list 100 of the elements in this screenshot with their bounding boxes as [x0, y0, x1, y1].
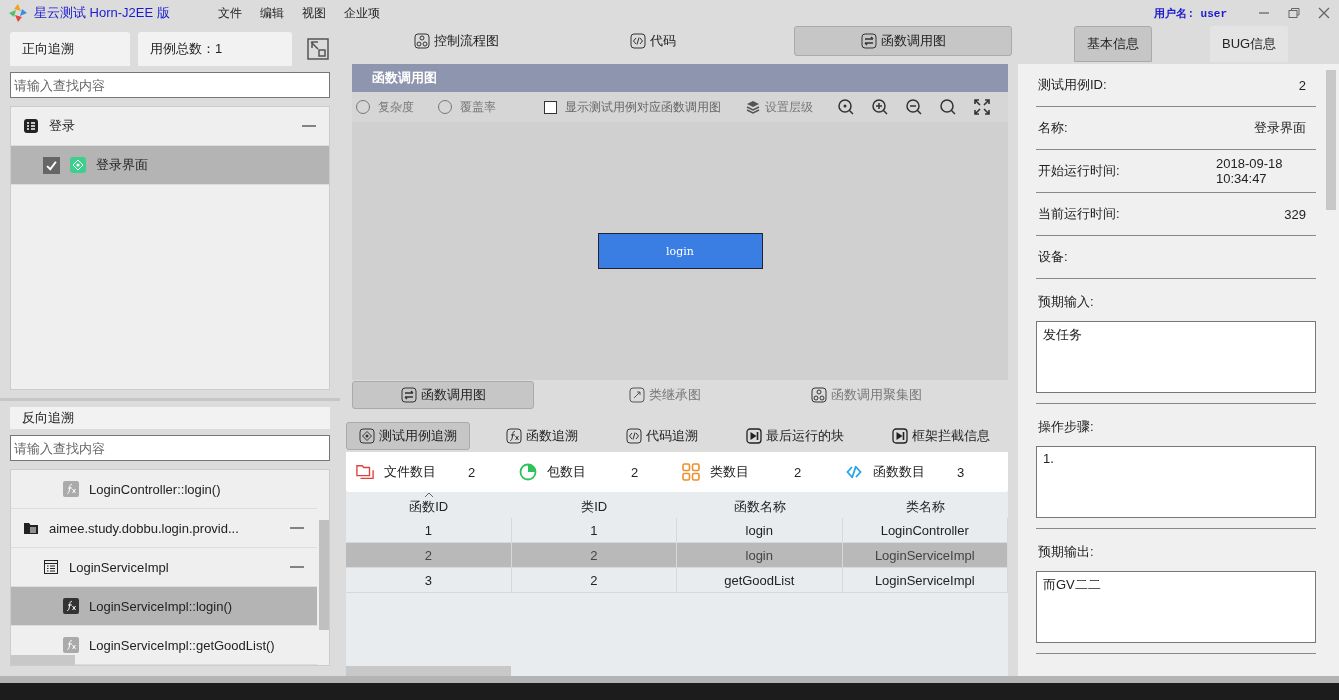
menu-item[interactable]: 企业项 — [343, 4, 380, 22]
field-label: 名称: — [1038, 119, 1068, 137]
skip-icon — [892, 428, 908, 444]
layers-icon — [745, 99, 761, 115]
stat-label: 包数目 — [547, 463, 587, 481]
stat-value: 3 — [957, 464, 965, 480]
case-count: 用例总数：1 — [138, 32, 292, 66]
center-icon[interactable] — [837, 98, 855, 116]
swap-icon — [400, 387, 417, 403]
scrollbar[interactable] — [319, 520, 329, 630]
link-icon — [845, 463, 863, 481]
panel-header: 函数调用图 — [352, 64, 1008, 92]
code-icon — [629, 33, 646, 49]
export-icon[interactable] — [306, 37, 330, 61]
column-header[interactable]: 函数名称 — [677, 492, 843, 518]
view-tab[interactable]: 函数调用图 — [794, 26, 1012, 56]
field-value: 2018-09-18 10:34:47 — [1216, 156, 1284, 186]
grid-icon — [682, 463, 700, 481]
table-cell: login — [677, 518, 843, 542]
menu-item[interactable]: 编辑 — [259, 4, 284, 22]
folder-icon — [23, 520, 39, 536]
stat-label: 文件数目 — [384, 463, 437, 481]
code-icon — [626, 428, 642, 444]
flow-icon — [811, 387, 827, 403]
field-value: 329 — [1284, 206, 1306, 222]
field-label: 测试用例ID: — [1038, 76, 1107, 94]
field-value: 2 — [1298, 77, 1306, 93]
menu-item[interactable]: 文件 — [217, 4, 242, 22]
text-area[interactable]: 1. — [1036, 446, 1316, 518]
column-header[interactable]: 函数ID — [346, 492, 512, 518]
table-cell: 1 — [511, 518, 677, 542]
swap-icon — [860, 33, 877, 49]
checkbox-option[interactable]: 显示测试用例对应函数调用图 — [544, 98, 721, 116]
scrollbar[interactable] — [346, 666, 511, 676]
view-tab[interactable]: 代码 — [617, 26, 688, 56]
function-icon — [63, 598, 79, 614]
target-icon — [359, 428, 375, 444]
list-icon — [23, 118, 39, 134]
info-tab[interactable]: BUG信息 — [1210, 26, 1289, 62]
info-tab[interactable]: 基本信息 — [1074, 26, 1152, 62]
share-icon — [628, 387, 645, 403]
fullscreen-icon[interactable] — [973, 98, 991, 116]
scrollbar[interactable] — [1326, 70, 1336, 210]
tree-item[interactable]: aimee.study.dobbu.login.provid... — [11, 509, 317, 548]
menu-item[interactable]: 视图 — [301, 4, 326, 22]
table-cell: LoginServiceImpl — [842, 568, 1008, 592]
stat-value: 2 — [468, 464, 476, 480]
search-field[interactable]: 请输入查找内容 — [10, 435, 330, 461]
sort-caret-icon — [423, 492, 434, 498]
field-label: 开始运行时间: — [1038, 162, 1120, 180]
column-header[interactable]: 类ID — [511, 492, 677, 518]
tree-item[interactable]: LoginServiceImpl::login() — [11, 587, 317, 626]
field-label: 操作步骤: — [1038, 418, 1095, 436]
restore-icon[interactable] — [1287, 6, 1301, 20]
trace-tab[interactable]: 代码追溯 — [614, 422, 710, 450]
pie-icon — [519, 463, 537, 481]
graph-tab[interactable]: 函数调用图 — [352, 381, 534, 409]
table-cell: 2 — [511, 543, 677, 567]
section-title: 正向追溯 — [10, 32, 130, 66]
stat-value: 2 — [794, 464, 802, 480]
trace-tab[interactable]: 函数追溯 — [494, 422, 590, 450]
function-icon — [63, 481, 79, 497]
zoom-out-icon[interactable] — [905, 98, 923, 116]
trace-tab[interactable]: 框架拦截信息 — [880, 422, 1002, 450]
table-cell: getGoodList — [677, 568, 843, 592]
search-icon[interactable] — [939, 98, 957, 116]
field-label: 预期输入: — [1038, 293, 1095, 311]
field-value: 登录界面 — [1254, 119, 1306, 137]
function-icon — [63, 637, 79, 653]
logo-icon — [8, 3, 28, 23]
table-cell: login — [677, 543, 843, 567]
graph-node[interactable]: login — [597, 233, 763, 269]
field-label: 当前运行时间: — [1038, 205, 1120, 223]
function-icon — [506, 428, 522, 444]
trace-tab[interactable]: 最后运行的块 — [734, 422, 856, 450]
checkbox[interactable] — [43, 156, 60, 174]
trace-tab[interactable]: 测试用例追溯 — [346, 422, 470, 450]
stat-label: 类数目 — [710, 463, 750, 481]
column-header[interactable]: 类名称 — [842, 492, 1008, 518]
table-row[interactable]: 3 2 getGoodList LoginServiceImpl — [346, 568, 1008, 593]
view-tab[interactable]: 控制流程图 — [402, 26, 511, 56]
tree-item[interactable]: LoginController::login() — [11, 470, 317, 509]
user-name: 用户名: user — [1154, 6, 1227, 21]
stat-label: 函数数目 — [873, 463, 926, 481]
stat-value: 2 — [631, 464, 639, 480]
tree-item[interactable]: 登录界面 — [11, 146, 329, 185]
close-icon[interactable] — [1317, 6, 1331, 20]
text-area[interactable]: 发任务 — [1036, 321, 1316, 393]
scrollbar[interactable] — [11, 655, 75, 665]
field-label: 设备: — [1038, 248, 1068, 266]
text-area[interactable]: 而GV二二 — [1036, 571, 1316, 643]
table-cell: LoginServiceImpl — [842, 543, 1008, 567]
table-cell: 1 — [346, 518, 512, 542]
skip-icon — [746, 428, 762, 444]
table-row[interactable]: 2 2 login LoginServiceImpl — [346, 543, 1008, 568]
zoom-in-icon[interactable] — [871, 98, 889, 116]
search-field[interactable]: 请输入查找内容 — [10, 72, 330, 98]
checkbox[interactable] — [544, 100, 557, 114]
table-cell: 3 — [346, 568, 512, 592]
table-cell: LoginController — [842, 518, 1008, 542]
